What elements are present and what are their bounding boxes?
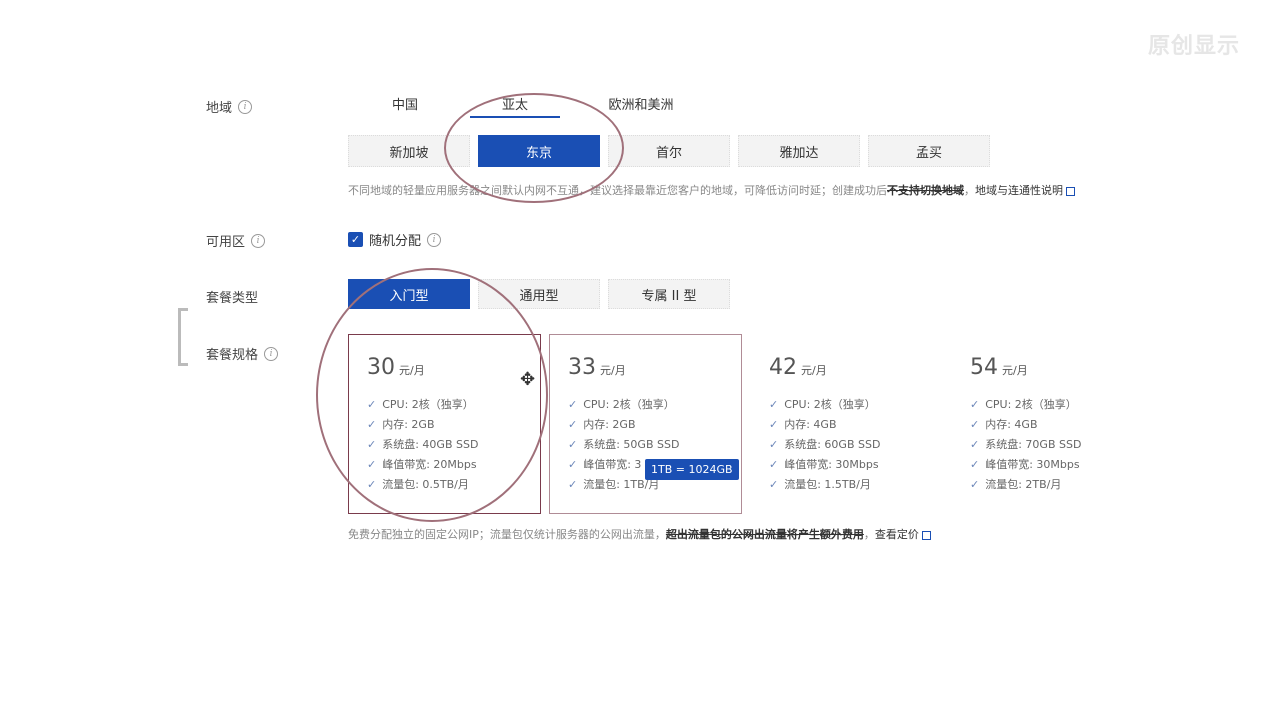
view-pricing-link[interactable]: 查看定价	[875, 528, 919, 541]
check-icon: ✓	[568, 477, 578, 491]
check-icon: ✓	[367, 477, 377, 491]
plan-spec: 峰值带宽: 3	[583, 458, 642, 471]
plan-price: 42	[769, 355, 797, 380]
external-link-icon[interactable]	[921, 530, 931, 540]
plan-card-33[interactable]: 33 元/月 ✓ CPU: 2核（独享） ✓ 内存: 2GB ✓ 系统盘: 50GB S…	[549, 334, 742, 514]
plan-price: 54	[970, 355, 998, 380]
plan-spec: 内存: 4GB	[985, 418, 1038, 431]
city-selector: 新加坡 东京 首尔 雅加达 孟买	[348, 135, 990, 167]
region-label: 地域 i	[206, 97, 253, 116]
city-seoul[interactable]: 首尔	[608, 135, 730, 167]
external-link-icon[interactable]	[1066, 186, 1075, 196]
check-icon: ✓	[367, 417, 377, 431]
city-tokyo[interactable]: 东京	[478, 135, 600, 167]
plan-price: 33	[568, 355, 596, 380]
plan-spec: 峰值带宽: 30Mbps	[985, 458, 1080, 471]
region-connectivity-link[interactable]: 地域与连通性说明	[975, 184, 1063, 197]
check-icon: ✓	[970, 417, 980, 431]
move-cursor-icon: ✥	[520, 369, 536, 390]
plan-spec: 流量包: 1.5TB/月	[784, 478, 871, 491]
check-icon: ✓	[367, 397, 377, 411]
plan-spec: 内存: 2GB	[583, 418, 636, 431]
info-icon[interactable]: i	[238, 99, 253, 114]
check-icon: ✓	[367, 437, 377, 451]
check-icon: ✓	[568, 397, 578, 411]
check-icon: ✓	[568, 457, 578, 471]
footnote-sep: ，	[863, 528, 875, 541]
footnote-bold: 超出流量包的公网出流量将产生额外费用	[665, 528, 864, 541]
check-icon: ✓	[970, 457, 980, 471]
plan-spec: CPU: 2核（独享）	[583, 398, 675, 411]
plan-spec: 峰值带宽: 20Mbps	[382, 458, 477, 471]
info-icon[interactable]: i	[427, 232, 442, 247]
plan-spec: 流量包: 2TB/月	[985, 478, 1062, 491]
plan-footnote: 免费分配独立的固定公网IP；流量包仅统计服务器的公网出流量，超出流量包的公网出流…	[348, 526, 931, 542]
plan-card-54[interactable]: 54 元/月 ✓ CPU: 2核（独享） ✓ 内存: 4GB ✓ 系统盘: 70GB S…	[951, 334, 1144, 514]
plan-spec: 系统盘: 50GB SSD	[583, 438, 680, 451]
plan-spec: 峰值带宽: 30Mbps	[784, 458, 879, 471]
check-icon: ✓	[970, 397, 980, 411]
plan-price: 30	[367, 355, 395, 380]
az-random[interactable]: ✓ 随机分配 i	[348, 230, 442, 249]
city-jakarta[interactable]: 雅加达	[738, 135, 860, 167]
check-icon: ✓	[769, 437, 779, 451]
plan-list: 30 元/月 ✓ CPU: 2核（独享） ✓ 内存: 2GB ✓ 系统盘: 40GB S…	[348, 334, 1144, 514]
az-random-label: 随机分配	[369, 234, 422, 249]
info-icon[interactable]: i	[264, 346, 279, 361]
tab-china[interactable]: 中国	[360, 94, 450, 118]
plan-spec: 流量包: 0.5TB/月	[382, 478, 469, 491]
tab-europe-america[interactable]: 欧洲和美洲	[586, 94, 696, 118]
plan-spec: 系统盘: 40GB SSD	[382, 438, 479, 451]
region-hint-bold: 不支持切换地域	[887, 184, 964, 197]
pkg-type-starter[interactable]: 入门型	[348, 279, 470, 309]
check-icon: ✓	[970, 477, 980, 491]
city-mumbai[interactable]: 孟买	[868, 135, 990, 167]
az-label: 可用区 i	[206, 231, 266, 250]
region-hint-text: 不同地域的轻量应用服务器之间默认内网不互通，建议选择最靠近您客户的地域，可降低访…	[348, 184, 887, 197]
plan-spec: 系统盘: 70GB SSD	[985, 438, 1082, 451]
traffic-tooltip: 1TB = 1024GB	[645, 459, 739, 480]
check-icon: ✓	[769, 397, 779, 411]
plan-card-30[interactable]: 30 元/月 ✓ CPU: 2核（独享） ✓ 内存: 2GB ✓ 系统盘: 40GB S…	[348, 334, 541, 514]
check-icon: ✓	[970, 437, 980, 451]
region-label-text: 地域	[206, 101, 233, 116]
plan-spec: CPU: 2核（独享）	[985, 398, 1077, 411]
az-label-text: 可用区	[206, 235, 246, 250]
checkbox-checked-icon[interactable]: ✓	[348, 232, 363, 247]
plan-price-unit: 元/月	[600, 364, 626, 377]
pkg-type-label-text: 套餐类型	[206, 291, 259, 306]
pkg-type-dedicated[interactable]: 专属 II 型	[608, 279, 730, 309]
pkg-spec-label: 套餐规格 i	[206, 344, 279, 363]
city-singapore[interactable]: 新加坡	[348, 135, 470, 167]
pkg-type-selector: 入门型 通用型 专属 II 型	[348, 279, 730, 309]
tab-asia-pacific[interactable]: 亚太	[470, 94, 560, 118]
bracket-decoration	[178, 308, 188, 366]
plan-spec: 系统盘: 60GB SSD	[784, 438, 881, 451]
plan-spec: CPU: 2核（独享）	[382, 398, 474, 411]
check-icon: ✓	[568, 417, 578, 431]
plan-price-unit: 元/月	[801, 364, 827, 377]
plan-spec: CPU: 2核（独享）	[784, 398, 876, 411]
plan-price-unit: 元/月	[1002, 364, 1028, 377]
check-icon: ✓	[769, 417, 779, 431]
pkg-type-general[interactable]: 通用型	[478, 279, 600, 309]
plan-spec: 内存: 4GB	[784, 418, 837, 431]
pkg-type-label: 套餐类型	[206, 287, 258, 306]
info-icon[interactable]: i	[251, 233, 266, 248]
region-hint-sep: ，	[964, 184, 975, 197]
region-tabs: 中国 亚太 欧洲和美洲	[360, 94, 696, 118]
check-icon: ✓	[769, 477, 779, 491]
plan-spec: 内存: 2GB	[382, 418, 435, 431]
check-icon: ✓	[769, 457, 779, 471]
region-hint: 不同地域的轻量应用服务器之间默认内网不互通，建议选择最靠近您客户的地域，可降低访…	[348, 182, 1075, 198]
plan-price-unit: 元/月	[399, 364, 425, 377]
check-icon: ✓	[568, 437, 578, 451]
pkg-spec-label-text: 套餐规格	[206, 348, 259, 363]
plan-card-42[interactable]: 42 元/月 ✓ CPU: 2核（独享） ✓ 内存: 4GB ✓ 系统盘: 60GB S…	[750, 334, 943, 514]
watermark-text: 原创显示	[1147, 34, 1240, 59]
check-icon: ✓	[367, 457, 377, 471]
footnote-text: 免费分配独立的固定公网IP；流量包仅统计服务器的公网出流量，	[348, 528, 666, 541]
